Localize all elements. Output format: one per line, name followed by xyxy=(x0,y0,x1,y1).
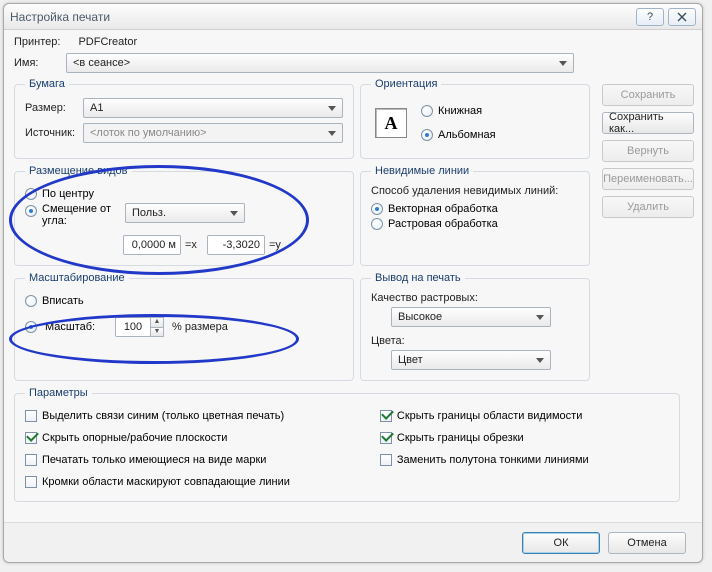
cancel-button[interactable]: Отмена xyxy=(608,532,686,554)
paper-size-select[interactable]: A1 xyxy=(83,98,343,118)
placement-center-radio[interactable]: По центру xyxy=(25,188,343,200)
save-button[interactable]: Сохранить xyxy=(602,84,694,106)
opt-thin-lines-check[interactable]: Заменить полутона тонкими линиями xyxy=(380,454,589,466)
zoom-legend: Масштабирование xyxy=(25,272,129,284)
zoom-group: Масштабирование Вписать Масштаб: 100 ▲▼ … xyxy=(14,272,354,381)
printer-row: Принтер: PDFCreator xyxy=(14,36,694,48)
offset-type-select[interactable]: Польз. xyxy=(125,203,245,223)
hidden-vector-radio[interactable]: Векторная обработка xyxy=(371,203,579,215)
paper-source-select[interactable]: <лоток по умолчанию> xyxy=(83,123,343,143)
opt-mask-edges-check[interactable]: Кромки области маскируют совпадающие лин… xyxy=(25,476,290,488)
zoom-scale-radio[interactable]: Масштаб: 100 ▲▼ % размера xyxy=(25,317,343,337)
dialog-footer: ОК Отмена xyxy=(4,522,702,562)
save-as-button[interactable]: Сохранить как... xyxy=(602,112,694,134)
side-buttons: Сохранить Сохранить как... Вернуть Переи… xyxy=(602,84,694,218)
close-button[interactable] xyxy=(668,8,696,26)
print-setup-dialog: Настройка печати ? Принтер: PDFCreator И… xyxy=(3,3,703,563)
offset-x-label: =x xyxy=(185,239,197,251)
appearance-legend: Вывод на печать xyxy=(371,272,465,284)
appearance-group: Вывод на печать Качество растровых: Высо… xyxy=(360,272,590,381)
orientation-preview-icon: A xyxy=(375,108,407,138)
options-group: Параметры Выделить связи синим (только ц… xyxy=(14,387,680,502)
offset-y-label: =y xyxy=(269,239,281,251)
orientation-legend: Ориентация xyxy=(371,78,441,90)
spinner-buttons[interactable]: ▲▼ xyxy=(150,317,164,337)
placement-offset-radio[interactable]: Смещение от угла: Польз. xyxy=(25,203,343,227)
hidden-lines-group: Невидимые линии Способ удаления невидимы… xyxy=(360,165,590,266)
opt-hide-crop-check[interactable]: Скрыть границы обрезки xyxy=(380,432,589,444)
paper-group: Бумага Размер: A1 Источник: <лоток по ум… xyxy=(14,78,354,159)
opt-hide-scope-check[interactable]: Скрыть границы области видимости xyxy=(380,410,589,422)
orientation-landscape-radio[interactable]: Альбомная xyxy=(421,129,496,141)
opt-blue-links-check[interactable]: Выделить связи синим (только цветная печ… xyxy=(25,410,290,422)
printer-label: Принтер: xyxy=(14,36,60,48)
raster-quality-select[interactable]: Высокое xyxy=(391,307,551,327)
hidden-method-label: Способ удаления невидимых линий: xyxy=(371,185,579,197)
placement-group: Размещение видов По центру Смещение от у… xyxy=(14,165,354,266)
revert-button[interactable]: Вернуть xyxy=(602,140,694,162)
name-label: Имя: xyxy=(14,57,66,69)
orientation-portrait-radio[interactable]: Книжная xyxy=(421,105,496,117)
dialog-body: Принтер: PDFCreator Имя: <в сеансе> Сохр… xyxy=(4,30,702,522)
ok-button[interactable]: ОК xyxy=(522,532,600,554)
paper-legend: Бумага xyxy=(25,78,69,90)
printer-value: PDFCreator xyxy=(78,36,137,48)
zoom-fit-radio[interactable]: Вписать xyxy=(25,295,343,307)
paper-size-label: Размер: xyxy=(25,102,83,114)
zoom-spinner[interactable]: 100 ▲▼ xyxy=(115,317,164,337)
opt-hide-refplanes-check[interactable]: Скрыть опорные/рабочие плоскости xyxy=(25,432,290,444)
opt-print-tags-check[interactable]: Печатать только имеющиеся на виде марки xyxy=(25,454,290,466)
colors-select[interactable]: Цвет xyxy=(391,350,551,370)
placement-legend: Размещение видов xyxy=(25,165,132,177)
delete-button[interactable]: Удалить xyxy=(602,196,694,218)
zoom-suffix: % размера xyxy=(172,321,228,333)
offset-x-input[interactable]: 0,0000 м xyxy=(123,235,181,255)
titlebar: Настройка печати ? xyxy=(4,4,702,30)
name-select[interactable]: <в сеансе> xyxy=(66,53,574,73)
hidden-legend: Невидимые линии xyxy=(371,165,473,177)
help-button[interactable]: ? xyxy=(636,8,664,26)
offset-y-input[interactable]: -3,3020 xyxy=(207,235,265,255)
options-legend: Параметры xyxy=(25,387,92,399)
orientation-group: Ориентация A Книжная Альбомная xyxy=(360,78,590,159)
close-icon xyxy=(677,12,687,22)
paper-source-label: Источник: xyxy=(25,127,83,139)
dialog-title: Настройка печати xyxy=(10,10,632,24)
colors-label: Цвета: xyxy=(371,335,579,347)
hidden-raster-radio[interactable]: Растровая обработка xyxy=(371,218,579,230)
name-row: Имя: <в сеансе> xyxy=(14,53,694,73)
raster-quality-label: Качество растровых: xyxy=(371,292,579,304)
rename-button[interactable]: Переименовать... xyxy=(602,168,694,190)
